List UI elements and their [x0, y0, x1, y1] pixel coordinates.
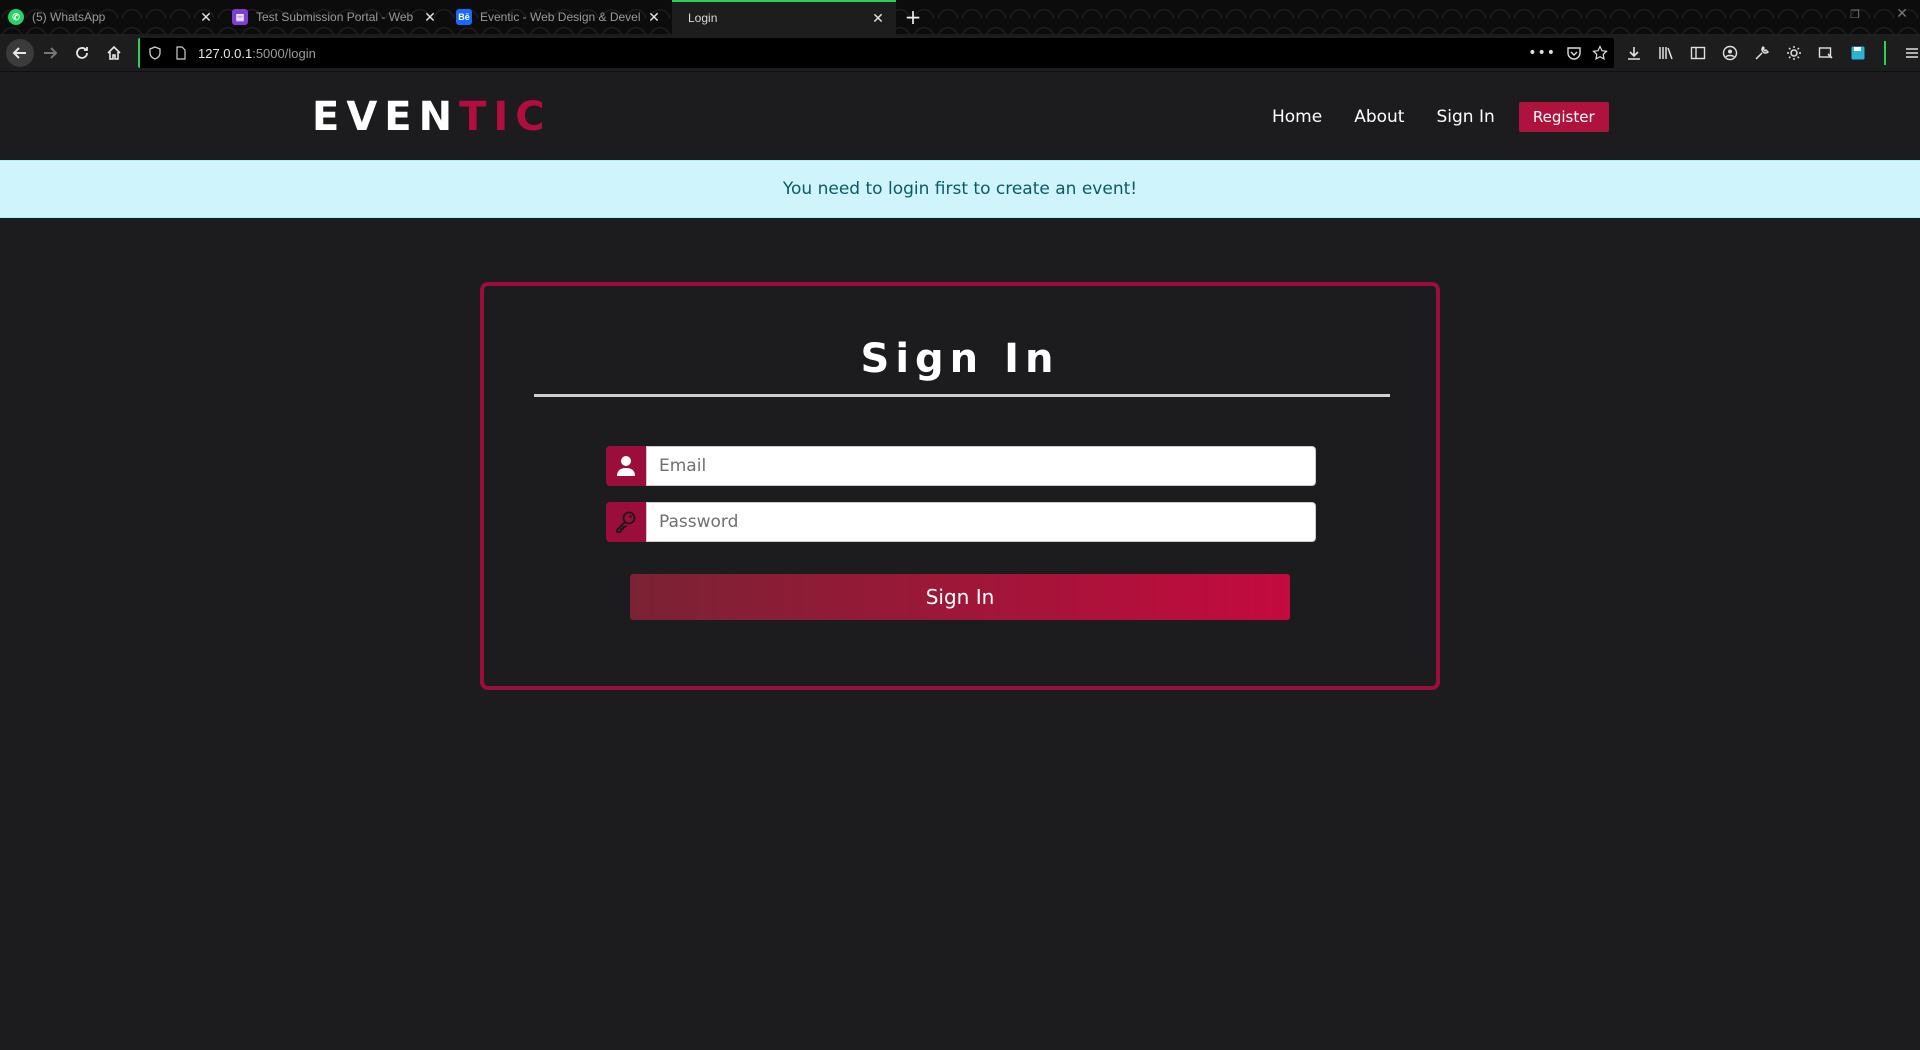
- title-divider: [534, 394, 1390, 397]
- arrow-left-icon: [12, 46, 26, 59]
- sidebar-icon: [1690, 46, 1706, 60]
- save-icon: [1851, 46, 1865, 60]
- tab-eventic-behance[interactable]: Bē Eventic - Web Design & Devel ✕: [448, 0, 672, 34]
- save-extension-button[interactable]: [1844, 37, 1872, 69]
- home-button[interactable]: [98, 37, 130, 69]
- close-icon[interactable]: ✕: [420, 7, 440, 27]
- signin-submit-button[interactable]: Sign In: [630, 574, 1290, 620]
- tab-test-submission[interactable]: ▤ Test Submission Portal - Web ✕: [224, 0, 448, 34]
- nav-signin-link[interactable]: Sign In: [1436, 107, 1494, 127]
- password-input[interactable]: [646, 502, 1316, 542]
- behance-icon: Bē: [456, 9, 472, 25]
- address-bar[interactable]: 127.0.0.1:5000/login •••: [138, 38, 1614, 68]
- tab-title: Login: [688, 11, 718, 25]
- site-header: EVENTIC Home About Sign In Register: [0, 72, 1920, 160]
- developer-tools-button[interactable]: [1748, 37, 1776, 69]
- download-icon: [1628, 47, 1640, 60]
- close-icon[interactable]: ✕: [196, 7, 216, 27]
- close-window-icon[interactable]: ✕: [1896, 6, 1908, 22]
- email-field-group: [606, 446, 1316, 486]
- hamburger-menu-icon: [1906, 48, 1918, 58]
- browser-toolbar: 127.0.0.1:5000/login •••: [0, 34, 1920, 72]
- account-button[interactable]: [1716, 37, 1744, 69]
- signin-title: Sign In: [860, 336, 1060, 382]
- more-actions-icon[interactable]: •••: [1528, 45, 1556, 61]
- logo-text-main: EVEN: [312, 94, 460, 140]
- pocket-icon[interactable]: [1566, 45, 1582, 61]
- url-host: 127.0.0.1: [198, 45, 253, 61]
- nav-register-button[interactable]: Register: [1518, 102, 1609, 132]
- close-icon[interactable]: ✕: [644, 7, 664, 27]
- toolbar-separator: [1884, 41, 1886, 65]
- tab-title: Eventic - Web Design & Devel: [480, 10, 641, 24]
- shield-icon[interactable]: [148, 46, 162, 60]
- nav-about-link[interactable]: About: [1354, 107, 1404, 127]
- logo-text-accent: TIC: [459, 94, 552, 140]
- downloads-button[interactable]: [1620, 37, 1648, 69]
- restore-window-icon[interactable]: ❐: [1850, 8, 1860, 21]
- screenshot-icon: [1818, 47, 1833, 59]
- main-nav: Home About Sign In Register: [1272, 102, 1609, 132]
- arrow-right-icon: [44, 46, 58, 59]
- page-icon[interactable]: [174, 46, 188, 60]
- tab-whatsapp[interactable]: ✆ (5) WhatsApp ✕: [0, 0, 224, 34]
- reload-button[interactable]: [66, 37, 98, 69]
- back-button[interactable]: [6, 38, 34, 67]
- nav-home-link[interactable]: Home: [1272, 107, 1322, 127]
- url-path: :5000/login: [252, 45, 316, 61]
- sidebar-button[interactable]: [1684, 37, 1712, 69]
- info-alert: You need to login first to create an eve…: [0, 160, 1920, 218]
- menu-button[interactable]: [1898, 37, 1920, 69]
- email-input[interactable]: [646, 446, 1316, 486]
- new-tab-button[interactable]: +: [896, 0, 930, 34]
- sun-icon: [1787, 46, 1801, 60]
- account-icon: [1722, 45, 1738, 61]
- library-icon: [1659, 47, 1673, 60]
- forward-button[interactable]: [34, 37, 66, 69]
- user-icon: [606, 446, 646, 486]
- alert-message: You need to login first to create an eve…: [782, 179, 1138, 199]
- close-icon[interactable]: ✕: [868, 8, 888, 28]
- password-field-group: [606, 502, 1316, 542]
- key-icon: [606, 502, 646, 542]
- screenshot-button[interactable]: [1812, 37, 1840, 69]
- tab-login[interactable]: Login ✕: [672, 0, 896, 34]
- extension-theme-button[interactable]: [1780, 37, 1808, 69]
- reload-icon: [76, 46, 88, 59]
- whatsapp-icon: ✆: [8, 9, 24, 25]
- tab-title: (5) WhatsApp: [32, 10, 106, 24]
- star-icon[interactable]: [1592, 45, 1608, 61]
- browser-tab-strip: ✆ (5) WhatsApp ✕ ▤ Test Submission Porta…: [0, 0, 1920, 34]
- site-logo[interactable]: EVENTIC: [312, 94, 552, 140]
- tab-title: Test Submission Portal - Web: [256, 10, 414, 24]
- wrench-icon: [1755, 45, 1770, 60]
- signin-card: Sign In Sign In: [480, 282, 1440, 690]
- library-button[interactable]: [1652, 37, 1680, 69]
- url-text[interactable]: 127.0.0.1:5000/login: [198, 46, 316, 61]
- portal-icon: ▤: [232, 9, 248, 25]
- home-icon: [107, 45, 121, 60]
